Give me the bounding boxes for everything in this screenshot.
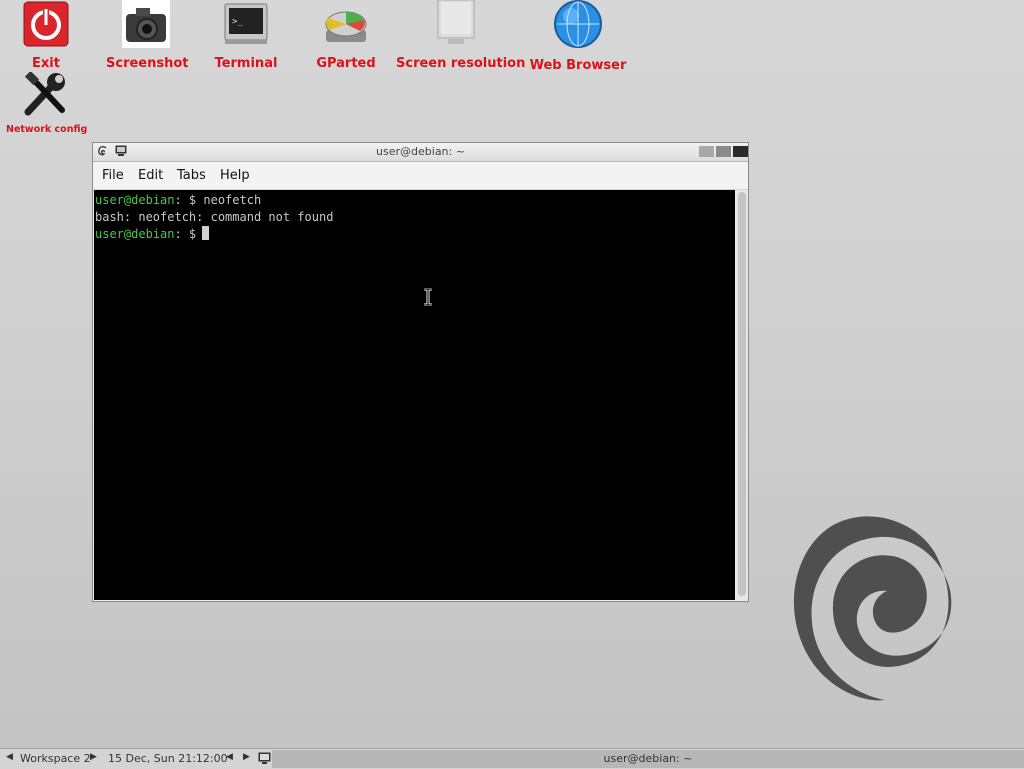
menu-bar: File Edit Tabs Help <box>93 162 748 190</box>
window-titlebar[interactable]: user@debian: ~ <box>93 143 748 162</box>
terminal-icon: >_ <box>224 3 268 44</box>
desktop-icon-label: GParted <box>316 56 376 71</box>
desktop-icon-screen-resolution[interactable]: Screen resolution <box>396 0 526 71</box>
debian-logo-icon <box>793 516 952 701</box>
desktop-icon-label: Screen resolution <box>396 56 526 71</box>
menu-edit[interactable]: Edit <box>138 168 163 183</box>
desktop-icon-exit[interactable]: Exit <box>16 0 76 71</box>
prompt-user: user@debian <box>95 227 175 241</box>
prompt-symbol: : $ <box>174 227 197 241</box>
desktop-icon-label: Exit <box>32 56 60 71</box>
monitor-icon <box>437 0 475 44</box>
terminal-output[interactable]: user@debian: $ neofetch bash: neofetch: … <box>94 190 735 600</box>
tasklist-prev-icon[interactable]: ◀ <box>226 752 233 762</box>
terminal-line: user@debian: $ <box>95 226 735 243</box>
window-title: user@debian: ~ <box>376 145 465 158</box>
terminal-line: user@debian: $ neofetch <box>95 192 735 209</box>
desktop-icon-screenshot[interactable]: Screenshot <box>106 0 189 71</box>
terminal-line: bash: neofetch: command not found <box>95 209 735 226</box>
text-cursor <box>202 226 210 240</box>
svg-text:>_: >_ <box>232 17 243 27</box>
minimize-button[interactable] <box>699 146 714 157</box>
terminal-window[interactable]: user@debian: ~ File Edit Tabs Help user@… <box>92 142 749 602</box>
task-title: user@debian: ~ <box>603 752 693 765</box>
scrollbar-thumb[interactable] <box>738 192 746 596</box>
menu-file[interactable]: File <box>102 168 124 183</box>
tasklist-next-icon[interactable]: ▶ <box>243 752 250 762</box>
menu-tabs[interactable]: Tabs <box>177 168 206 183</box>
desktop-icon-web-browser[interactable]: Web Browser <box>528 0 628 73</box>
tools-icon <box>24 70 65 116</box>
workspace-prev-icon[interactable]: ◀ <box>6 752 13 762</box>
clock: 15 Dec, Sun 21:12:00 <box>108 752 228 765</box>
prompt-user: user@debian <box>95 193 175 207</box>
desktop-icon-label: Web Browser <box>529 58 627 73</box>
power-icon <box>23 1 69 47</box>
scrollbar[interactable] <box>736 190 748 600</box>
task-button-terminal[interactable]: user@debian: ~ <box>272 750 1024 768</box>
close-button[interactable] <box>733 146 748 157</box>
desktop-icon-terminal[interactable]: >_ Terminal <box>206 0 286 71</box>
menu-help[interactable]: Help <box>220 168 250 183</box>
desktop-icon-label: Terminal <box>214 56 278 71</box>
workspace-label[interactable]: Workspace 2 <box>20 752 91 765</box>
taskbar: ◀ Workspace 2 ▶ 15 Dec, Sun 21:12:00 ◀ ▶… <box>0 748 1024 769</box>
ibeam-cursor-icon <box>424 288 432 306</box>
prompt-command: : $ neofetch <box>174 193 262 207</box>
disk-icon <box>325 11 367 42</box>
desktop-icon-network-config[interactable]: Network config <box>6 70 88 135</box>
camera-icon <box>122 0 170 48</box>
workspace-next-icon[interactable]: ▶ <box>90 752 97 762</box>
maximize-button[interactable] <box>716 146 731 157</box>
desktop-icon-label: Screenshot <box>106 56 189 71</box>
show-desktop-icon[interactable] <box>258 752 271 765</box>
error-text: bash: neofetch: command not found <box>95 210 334 224</box>
desktop-icon-gparted[interactable]: GParted <box>306 0 386 71</box>
desktop-icon-label: Network config <box>6 124 88 135</box>
globe-icon <box>554 0 602 48</box>
